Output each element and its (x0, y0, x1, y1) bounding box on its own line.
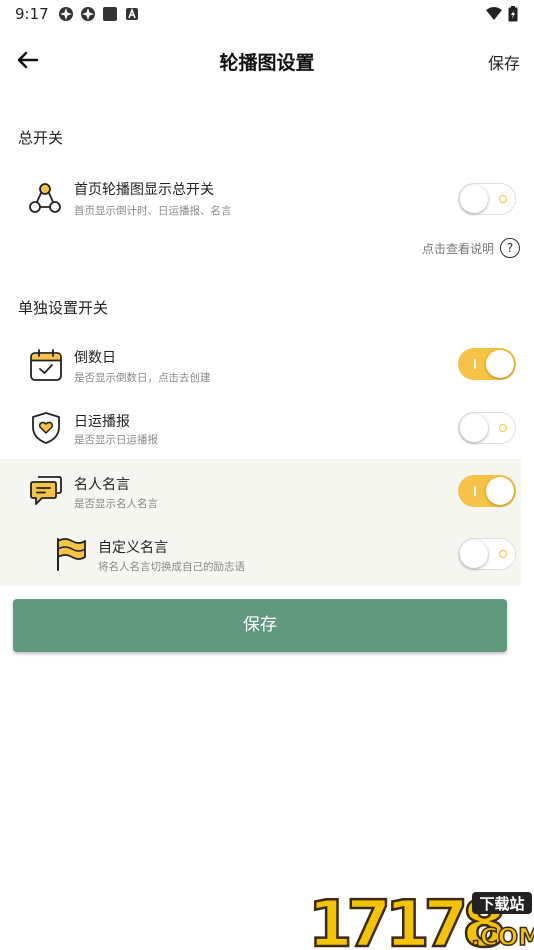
system-icons (486, 6, 518, 22)
watermark-badge: 下载站 (479, 895, 524, 913)
help-link[interactable]: 点击查看说明 ? (422, 238, 520, 258)
countdown-subtitle: 是否显示倒数日，点击去创建 (74, 372, 211, 384)
status-time: 9:17 (15, 5, 49, 23)
master-toggle[interactable] (458, 183, 516, 215)
flag-icon (57, 538, 86, 571)
status-bar: 9:17 (0, 0, 534, 28)
app-notification-icon (59, 7, 73, 21)
setting-row-famous-quotes: 名人名言 是否显示名人名言 (0, 461, 520, 525)
daily-fortune-subtitle: 是否显示日运播报 (74, 434, 158, 446)
custom-quotes-label: 自定义名言 (98, 540, 168, 556)
setting-row-countdown: 倒数日 是否显示倒数日，点击去创建 (0, 333, 520, 397)
famous-quotes-label: 名人名言 (74, 477, 130, 493)
master-switch-row: 首页轮播图显示总开关 首页显示倒计时、日运播报、名言 (0, 168, 520, 232)
save-button[interactable]: 保存 (13, 599, 507, 652)
watermark-suffix: .COM (471, 923, 534, 950)
toggle-knob (486, 350, 514, 378)
custom-quotes-subtitle: 将名人名言切换成自己的励志语 (98, 561, 245, 573)
setting-row-daily-fortune: 日运播报 是否显示日运播报 (0, 397, 520, 461)
section-title-individual: 单独设置开关 (18, 299, 109, 317)
save-link-top[interactable]: 保存 (488, 50, 520, 74)
section-title-master: 总开关 (18, 129, 64, 147)
countdown-toggle[interactable] (458, 348, 516, 380)
famous-quotes-toggle[interactable] (458, 475, 516, 507)
wifi-icon (486, 7, 502, 20)
chat-bubble-icon (30, 476, 62, 505)
app-notification-icon (81, 7, 95, 21)
custom-quotes-toggle[interactable] (458, 538, 516, 570)
question-icon: ? (500, 238, 520, 258)
toggle-off-indicator (499, 550, 507, 558)
toggle-knob (460, 185, 488, 213)
famous-quotes-subtitle: 是否显示名人名言 (74, 498, 158, 510)
toggle-knob (460, 540, 488, 568)
a-notification-icon (126, 7, 138, 20)
daily-fortune-label: 日运播报 (74, 414, 130, 430)
master-switch-label: 首页轮播图显示总开关 (74, 182, 214, 198)
site-watermark-logo: 17178 下载站 .COM (307, 888, 534, 950)
toggle-off-indicator (499, 424, 507, 432)
toggle-knob (486, 477, 514, 505)
toggle-on-indicator (474, 486, 476, 496)
toggle-off-indicator (499, 195, 507, 203)
daily-fortune-toggle[interactable] (458, 412, 516, 444)
network-nodes-icon (29, 183, 61, 213)
square-notification-icon (103, 7, 117, 21)
page-title: 轮播图设置 (219, 52, 315, 74)
help-link-label: 点击查看说明 (421, 241, 494, 256)
toggle-on-indicator (474, 359, 476, 369)
toggle-knob (460, 414, 488, 442)
countdown-label: 倒数日 (74, 350, 116, 366)
app-bar: 轮播图设置 保存 (0, 36, 534, 86)
master-switch-subtitle: 首页显示倒计时、日运播报、名言 (74, 205, 232, 217)
notification-icons (58, 6, 140, 22)
setting-row-custom-quotes: 自定义名言 将名人名言切换成自己的励志语 (0, 523, 520, 587)
calendar-icon (30, 349, 62, 381)
battery-icon (508, 6, 518, 22)
shield-heart-icon (32, 412, 60, 444)
